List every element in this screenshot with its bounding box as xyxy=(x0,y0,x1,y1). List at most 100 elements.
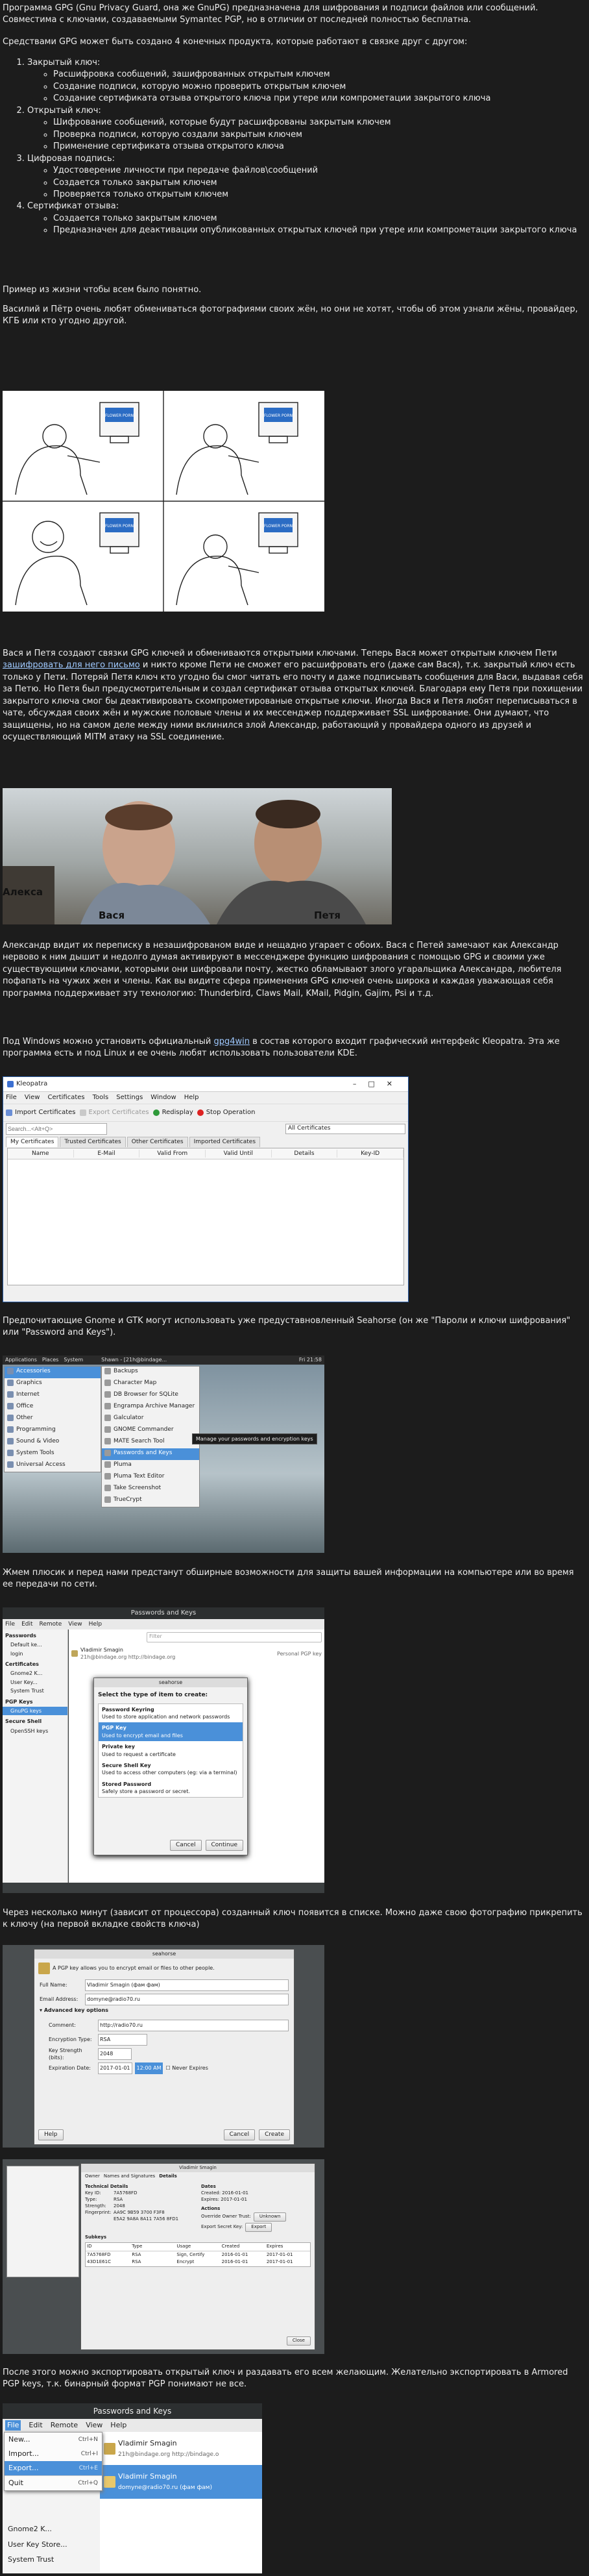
file-menu-item[interactable]: New... Ctrl+N xyxy=(5,2433,102,2447)
item-type-option[interactable]: Secure Shell Key Used to access other com… xyxy=(99,1760,243,1779)
app-item[interactable]: Pluma xyxy=(102,1460,199,1472)
export-menu-item[interactable]: Edit xyxy=(29,2420,42,2431)
column-header[interactable]: Valid Until xyxy=(206,1149,272,1158)
comment-field[interactable]: http://radio70.ru xyxy=(98,2020,289,2031)
applications-menu[interactable]: Applications xyxy=(5,1356,37,1363)
kleopatra-tab[interactable]: Trusted Certificates xyxy=(60,1137,126,1147)
kleopatra-tab[interactable]: Other Certificates xyxy=(126,1137,188,1147)
gpg4win-link[interactable]: gpg4win xyxy=(213,1037,250,1046)
app-item[interactable]: TrueCrypt xyxy=(102,1495,199,1507)
kleopatra-menu-4[interactable]: Settings xyxy=(116,1093,143,1102)
subkey-column[interactable]: Type xyxy=(130,2243,175,2251)
never-expires-checkbox[interactable]: ☐ Never Expires xyxy=(165,2064,208,2072)
sidebar-item[interactable]: System Trust xyxy=(3,1687,67,1695)
app-item[interactable]: MATE Search Tool xyxy=(102,1437,199,1448)
kleopatra-menu-1[interactable]: View xyxy=(25,1093,40,1102)
category-item[interactable]: Office xyxy=(5,1402,101,1413)
kleopatra-menu-0[interactable]: File xyxy=(6,1093,17,1102)
seahorse-menu-item[interactable]: Help xyxy=(89,1620,102,1629)
export-menu-item[interactable]: Help xyxy=(110,2420,126,2431)
export-menu-item[interactable]: View xyxy=(86,2420,102,2431)
app-item[interactable]: GNOME Commander xyxy=(102,1425,199,1437)
subkey-row[interactable]: 7A5768FD RSA Sign, Certify 2016-01-01 2017-0… xyxy=(86,2251,310,2259)
item-type-option[interactable]: Password Keyring Used to store applicatio… xyxy=(99,1704,243,1723)
kleopatra-menu-5[interactable]: Window xyxy=(150,1093,176,1102)
continue-button[interactable]: Continue xyxy=(205,1840,243,1851)
stop-operation-button[interactable]: Stop Operation xyxy=(197,1108,255,1117)
category-item[interactable]: Programming xyxy=(5,1425,101,1437)
kleopatra-menu-2[interactable]: Certificates xyxy=(47,1093,84,1102)
item-type-option[interactable]: Stored Password Safely store a password o… xyxy=(99,1779,243,1798)
subkey-column[interactable]: Created xyxy=(221,2243,265,2251)
create-button[interactable]: Create xyxy=(259,2129,290,2140)
close-icon[interactable]: ✕ xyxy=(387,1080,404,1088)
category-item[interactable]: Internet xyxy=(5,1390,101,1402)
properties-tab[interactable]: Owner xyxy=(85,2174,100,2180)
seahorse-menu-item[interactable]: Edit xyxy=(21,1620,32,1629)
app-item[interactable]: Galculator xyxy=(102,1413,199,1425)
cancel-button[interactable]: Cancel xyxy=(170,1840,202,1851)
advanced-options-toggle[interactable]: ▾ Advanced key options xyxy=(40,2007,289,2018)
full-name-field[interactable]: Vladimir Smagin (фам фам) xyxy=(85,1979,289,1991)
sidebar-item[interactable]: User Key Store... xyxy=(3,2537,99,2553)
app-item[interactable]: Backups xyxy=(102,1367,199,1378)
item-type-option[interactable]: PGP Key Used to encrypt email and files xyxy=(99,1722,243,1742)
category-item[interactable]: Accessories xyxy=(5,1367,101,1378)
app-item[interactable]: Character Map xyxy=(102,1378,199,1390)
expiration-date-field[interactable]: 2017-01-01 xyxy=(98,2062,132,2074)
file-menu-item[interactable]: Export... Ctrl+E xyxy=(5,2461,102,2475)
subkey-column[interactable]: ID xyxy=(86,2243,130,2251)
close-button[interactable]: Close xyxy=(286,2336,311,2346)
cancel-button[interactable]: Cancel xyxy=(223,2129,256,2140)
column-header[interactable]: E-Mail xyxy=(74,1149,140,1158)
category-item[interactable]: Universal Access xyxy=(5,1460,101,1472)
filter-input[interactable]: Filter xyxy=(147,1632,322,1642)
seahorse-menu-item[interactable]: Remote xyxy=(40,1620,62,1629)
subkey-column[interactable]: Usage xyxy=(175,2243,220,2251)
import-certificates-button[interactable]: Import Certificates xyxy=(6,1108,76,1117)
file-menu-item[interactable]: Quit Ctrl+Q xyxy=(5,2475,102,2490)
encrypt-letter-link[interactable]: зашифровать для него письмо xyxy=(3,660,140,670)
column-header[interactable]: Key-ID xyxy=(337,1149,404,1158)
app-item[interactable]: Passwords and Keys xyxy=(102,1448,199,1460)
kleopatra-menu-3[interactable]: Tools xyxy=(93,1093,109,1102)
export-certificates-button[interactable]: Export Certificates xyxy=(79,1108,149,1117)
category-item[interactable]: System Tools xyxy=(5,1448,101,1460)
properties-tab[interactable]: Names and Signatures xyxy=(104,2174,155,2180)
sidebar-item[interactable]: GnuPG keys xyxy=(3,1706,67,1716)
app-item[interactable]: Engrampa Archive Manager xyxy=(102,1402,199,1413)
subkey-column[interactable]: Expires xyxy=(265,2243,310,2251)
export-menu-item[interactable]: File xyxy=(5,2420,21,2431)
key-row-selected[interactable]: Vladimir Smagin domyne@radio70.ru (фам фа… xyxy=(100,2465,262,2499)
category-item[interactable]: Graphics xyxy=(5,1378,101,1390)
redisplay-button[interactable]: Redisplay xyxy=(152,1108,193,1117)
key-row[interactable]: Vladimir Smagin 21h@bindage.org http://bi… xyxy=(100,2432,262,2465)
sidebar-item[interactable]: login xyxy=(3,1650,67,1658)
app-item[interactable]: Pluma Text Editor xyxy=(102,1472,199,1483)
export-secret-key-button[interactable]: Export xyxy=(245,2222,272,2232)
sidebar-item[interactable]: Gnome2 K... xyxy=(3,2521,99,2537)
expiration-time-field[interactable]: 12:00 AM xyxy=(134,2062,163,2074)
encryption-type-select[interactable]: RSA xyxy=(98,2034,147,2046)
seahorse-menu-item[interactable]: View xyxy=(68,1620,82,1629)
system-menu[interactable]: System xyxy=(64,1356,83,1363)
help-button[interactable]: Help xyxy=(38,2129,64,2140)
app-item[interactable]: DB Browser for SQLite xyxy=(102,1390,199,1402)
sidebar-item[interactable]: OpenSSH keys xyxy=(3,1727,67,1735)
search-input[interactable] xyxy=(6,1123,107,1135)
app-item[interactable]: Take Screenshot xyxy=(102,1483,199,1495)
places-menu[interactable]: Places xyxy=(42,1356,58,1363)
seahorse-menu-item[interactable]: File xyxy=(5,1620,15,1629)
file-menu-item[interactable]: Import... Ctrl+I xyxy=(5,2447,102,2461)
subkey-row[interactable]: 43D1E61C RSA Encrypt 2016-01-01 2017-01-01 xyxy=(86,2259,310,2266)
kleopatra-tab[interactable]: Imported Certificates xyxy=(189,1137,261,1147)
key-strength-spinner[interactable]: 2048 xyxy=(98,2048,132,2060)
taskbar-terminal[interactable]: Shawn - [21h@bindage... xyxy=(101,1356,167,1363)
properties-tab[interactable]: Details xyxy=(159,2174,177,2180)
maximize-icon[interactable]: □ xyxy=(368,1080,386,1088)
column-header[interactable]: Valid From xyxy=(139,1149,206,1158)
email-field[interactable]: domyne@radio70.ru xyxy=(85,1994,289,2005)
column-header[interactable]: Details xyxy=(272,1149,338,1158)
export-menu-item[interactable]: Remote xyxy=(51,2420,78,2431)
owner-trust-select[interactable]: Unknown xyxy=(253,2212,287,2222)
